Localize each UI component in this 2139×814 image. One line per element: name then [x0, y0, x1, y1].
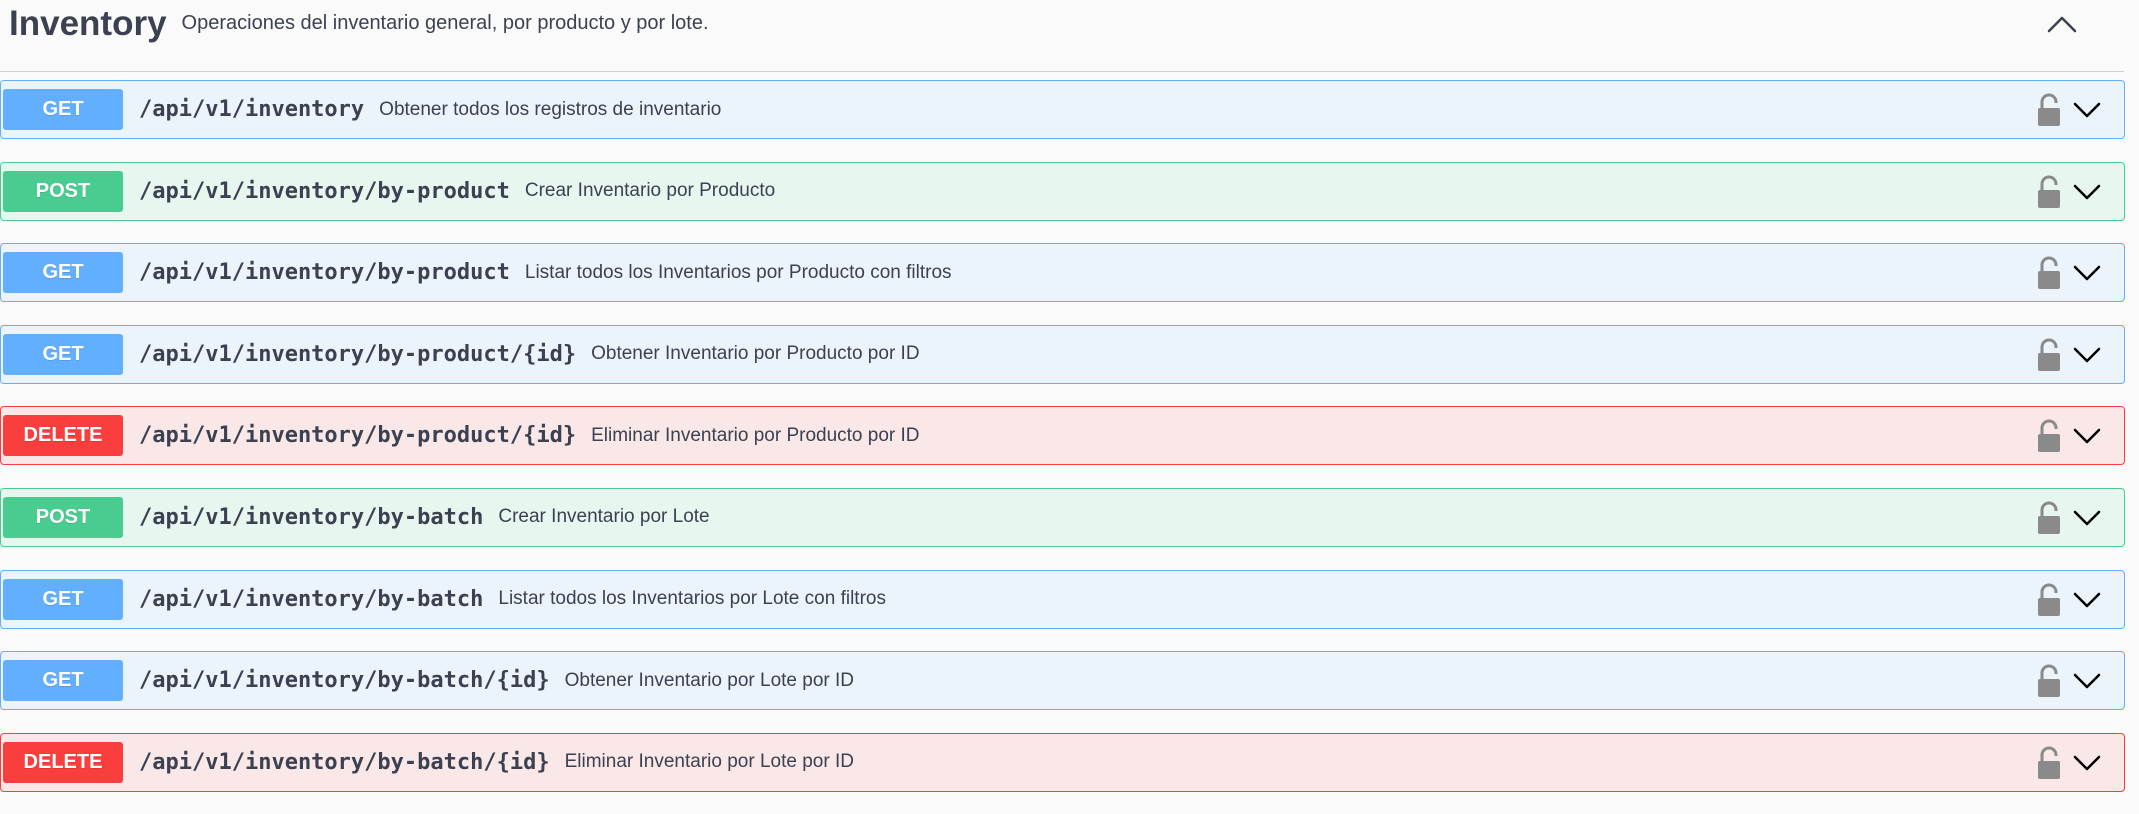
- chevron-down-icon[interactable]: [2072, 340, 2102, 370]
- method-badge: DELETE: [3, 741, 123, 783]
- operation-summary: Obtener todos los registros de inventari…: [379, 98, 722, 120]
- lock-open-icon[interactable]: [2037, 338, 2061, 372]
- operation-row[interactable]: POST /api/v1/inventory/by-batch Crear In…: [0, 487, 2125, 547]
- operation-path: /api/v1/inventory/by-batch/{id}: [139, 749, 550, 775]
- operation-path: /api/v1/inventory/by-product/{id}: [139, 423, 577, 449]
- chevron-down-icon[interactable]: [2072, 258, 2102, 288]
- operation-path: /api/v1/inventory/by-batch/{id}: [139, 668, 550, 694]
- operation-row[interactable]: DELETE /api/v1/inventory/by-batch/{id} E…: [0, 732, 2125, 792]
- method-badge: GET: [3, 660, 123, 702]
- method-badge: POST: [3, 496, 123, 538]
- chevron-down-icon[interactable]: [2072, 585, 2102, 615]
- lock-open-icon[interactable]: [2037, 501, 2061, 535]
- operation-summary: Listar todos los Inventarios por Lote co…: [498, 588, 886, 610]
- operation-path: /api/v1/inventory/by-product: [139, 178, 510, 204]
- operation-summary: Obtener Inventario por Producto por ID: [591, 343, 920, 365]
- method-badge: GET: [3, 252, 123, 294]
- operation-path: /api/v1/inventory/by-batch: [139, 586, 484, 612]
- lock-open-icon[interactable]: [2037, 419, 2061, 453]
- operation-summary: Listar todos los Inventarios por Product…: [524, 261, 952, 283]
- chevron-down-icon[interactable]: [2072, 421, 2102, 451]
- operation-summary: Eliminar Inventario por Producto por ID: [591, 424, 920, 446]
- collapse-button[interactable]: [2040, 8, 2084, 40]
- operation-summary: Obtener Inventario por Lote por ID: [564, 669, 854, 691]
- method-badge: GET: [3, 578, 123, 620]
- lock-open-icon[interactable]: [2037, 583, 2061, 617]
- operation-row[interactable]: DELETE /api/v1/inventory/by-product/{id}…: [0, 406, 2125, 466]
- operation-path: /api/v1/inventory/by-product: [139, 260, 510, 286]
- operation-row[interactable]: GET /api/v1/inventory/by-product/{id} Ob…: [0, 324, 2125, 384]
- method-badge: DELETE: [3, 415, 123, 457]
- lock-open-icon[interactable]: [2037, 664, 2061, 698]
- chevron-down-icon[interactable]: [2072, 177, 2102, 207]
- chevron-up-icon: [2047, 16, 2077, 33]
- chevron-down-icon[interactable]: [2072, 748, 2102, 778]
- tag-description: Operaciones del inventario general, por …: [181, 12, 709, 34]
- lock-open-icon[interactable]: [2037, 175, 2061, 209]
- operation-summary: Eliminar Inventario por Lote por ID: [564, 751, 854, 773]
- operation-row[interactable]: GET /api/v1/inventory/by-batch Listar to…: [0, 569, 2125, 629]
- lock-open-icon[interactable]: [2037, 256, 2061, 290]
- operation-summary: Crear Inventario por Lote: [498, 506, 710, 528]
- lock-open-icon[interactable]: [2037, 93, 2061, 127]
- method-badge: GET: [3, 89, 123, 130]
- operations-list: GET /api/v1/inventory Obtener todos los …: [0, 80, 2125, 814]
- operation-summary: Crear Inventario por Producto: [524, 180, 776, 202]
- operation-path: /api/v1/inventory/by-batch: [139, 504, 484, 530]
- chevron-down-icon[interactable]: [2072, 503, 2102, 533]
- lock-open-icon[interactable]: [2037, 746, 2061, 780]
- operation-row[interactable]: GET /api/v1/inventory/by-batch/{id} Obte…: [0, 651, 2125, 711]
- chevron-down-icon[interactable]: [2072, 666, 2102, 696]
- operation-row[interactable]: GET /api/v1/inventory/by-product Listar …: [0, 243, 2125, 303]
- chevron-down-icon[interactable]: [2072, 95, 2102, 125]
- operation-row[interactable]: POST /api/v1/inventory/by-product Crear …: [0, 161, 2125, 221]
- method-badge: GET: [3, 333, 123, 375]
- tag-header[interactable]: Inventory Operaciones del inventario gen…: [0, 0, 2124, 72]
- method-badge: POST: [3, 170, 123, 212]
- operation-row[interactable]: GET /api/v1/inventory Obtener todos los …: [0, 80, 2125, 139]
- operation-path: /api/v1/inventory/by-product/{id}: [139, 341, 577, 367]
- operation-path: /api/v1/inventory: [139, 97, 365, 122]
- tag-title: Inventory: [9, 3, 167, 43]
